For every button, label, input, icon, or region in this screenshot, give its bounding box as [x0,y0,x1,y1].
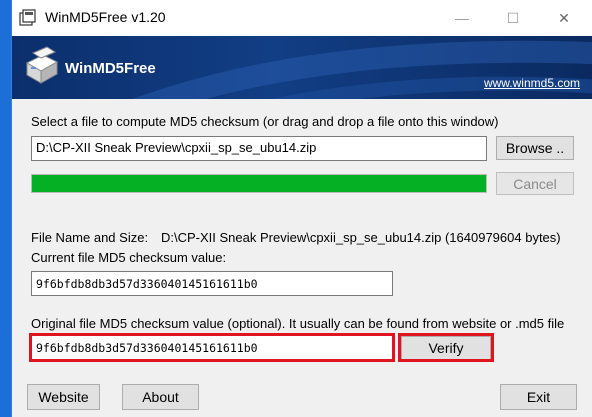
current-md5-label: Current file MD5 checksum value: [31,250,227,265]
progress-fill [32,175,486,192]
browse-button[interactable]: Browse .. [496,136,574,160]
cancel-button[interactable]: Cancel [496,172,574,195]
website-link[interactable]: www.winmd5.com [484,76,580,90]
banner-title: WinMD5Free [65,60,156,77]
app-window: WinMD5Free v1.20 — ☐ ✕ WinMD5Free www.wi… [11,0,592,417]
verify-button-highlight [398,333,494,362]
file-path-input[interactable]: D:\CP-XII Sneak Preview\cpxii_sp_se_ubu1… [31,136,487,161]
maximize-button[interactable]: ☐ [490,0,536,36]
title-bar[interactable]: WinMD5Free v1.20 — ☐ ✕ [12,0,592,36]
about-button[interactable]: About [122,384,199,410]
file-name-size-label: File Name and Size: [31,230,149,245]
minimize-button[interactable]: — [439,0,485,36]
md5-input-highlight [29,333,395,362]
file-name-size-value: D:\CP-XII Sneak Preview\cpxii_sp_se_ubu1… [161,230,561,245]
app-icon [19,9,36,26]
exit-button[interactable]: Exit [500,384,577,410]
progress-bar [31,174,487,193]
header-banner: WinMD5Free www.winmd5.com [12,36,592,99]
website-button[interactable]: Website [27,384,100,410]
current-md5-field[interactable]: 9f6bfdb8db3d57d336040145161611b0 [31,271,393,296]
maximize-icon: ☐ [506,9,520,26]
close-icon: ✕ [558,9,570,26]
file-select-prompt: Select a file to compute MD5 checksum (o… [31,114,499,129]
logo-icon [25,46,59,84]
close-button[interactable]: ✕ [541,0,587,36]
minimize-icon: — [455,10,469,26]
original-md5-label: Original file MD5 checksum value (option… [31,316,565,331]
window-title: WinMD5Free v1.20 [45,9,166,25]
